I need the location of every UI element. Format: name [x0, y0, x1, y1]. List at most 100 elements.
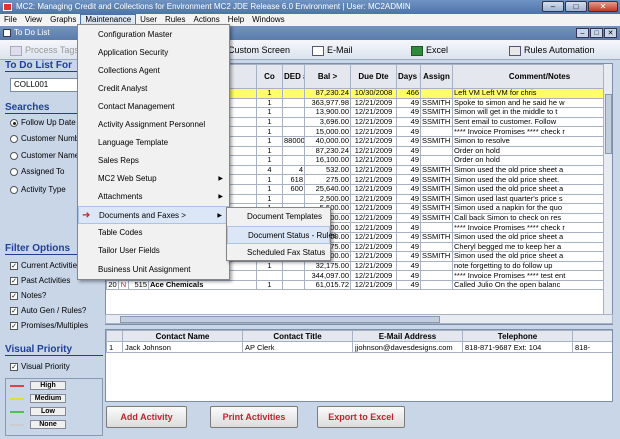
- menu-item-table-codes[interactable]: Table Codes: [78, 224, 229, 242]
- assigned-to: [420, 126, 453, 137]
- col-header-contact-name[interactable]: Contact Name: [122, 330, 243, 342]
- minimize-button[interactable]: –: [542, 1, 564, 12]
- assigned-to: [420, 145, 453, 157]
- print-activities-button[interactable]: Print Activities: [210, 406, 298, 428]
- menu-item-contact-management[interactable]: Contact Management: [78, 98, 229, 116]
- menu-item-collections-agent[interactable]: Collections Agent: [78, 62, 229, 80]
- col-header-due-date[interactable]: Due Dte: [350, 64, 397, 89]
- radio-button-icon[interactable]: [10, 151, 18, 160]
- due-date: 12/21/2009: [350, 145, 397, 157]
- days-late: 49: [396, 231, 421, 243]
- menu-item-tailor-user-fields[interactable]: Tailor User Fields: [78, 242, 229, 260]
- add-activity-button[interactable]: Add Activity: [106, 406, 187, 428]
- export-to-excel-button[interactable]: Export to Excel: [317, 406, 405, 428]
- legend-label: High: [30, 381, 66, 391]
- col-header-balance[interactable]: Bal >: [304, 64, 351, 89]
- comment: Simon used the old price sheet a: [452, 183, 612, 195]
- check-label: Current Activities: [21, 261, 82, 270]
- radio-assigned-to[interactable]: Assigned To: [10, 167, 64, 177]
- col-header[interactable]: [572, 330, 612, 342]
- menu-item-configuration-master[interactable]: Configuration Master: [78, 26, 229, 44]
- excel-button[interactable]: Excel: [411, 43, 448, 57]
- table-row[interactable]: 20 N 515 Ace Chemicals 1 61,015.72 12/21/2009 4…: [106, 279, 612, 291]
- menu-item-business-unit-assignment[interactable]: Business Unit Assignment: [78, 261, 229, 279]
- menu-item-label: Application Security: [98, 48, 169, 57]
- menu-item-credit-analyst[interactable]: Credit Analyst: [78, 80, 229, 98]
- submenu-arrow-icon: ▶: [218, 176, 223, 182]
- menu-item-documents-and-faxes[interactable]: ➜ Documents and Faxes > ▶: [78, 206, 229, 224]
- tag-icon: [10, 45, 22, 56]
- rules-automation-button[interactable]: Rules Automation: [509, 43, 595, 57]
- col-header-email[interactable]: E-Mail Address: [352, 330, 463, 342]
- checkbox-checked-icon[interactable]: ✓: [10, 276, 18, 285]
- col-header-days-late[interactable]: Days Late: [396, 64, 421, 89]
- radio-follow-up-date[interactable]: Follow Up Date: [10, 118, 76, 128]
- assigned-to: SSMITH: [420, 203, 453, 214]
- scroll-thumb[interactable]: [605, 94, 612, 154]
- submenu-item-document-status-rules[interactable]: Document Status - Rules: [227, 226, 337, 244]
- check-visual-priority[interactable]: ✓ Visual Priority: [10, 362, 70, 372]
- menu-item-application-security[interactable]: Application Security: [78, 44, 229, 62]
- balance: 15,000.00: [304, 126, 351, 137]
- menu-item-language-template[interactable]: Language Template: [78, 134, 229, 152]
- submenu-item-document-templates[interactable]: Document Templates: [227, 208, 330, 226]
- radio-button-icon[interactable]: [10, 134, 18, 143]
- scroll-thumb[interactable]: [120, 316, 440, 323]
- checkbox-checked-icon[interactable]: ✓: [10, 362, 18, 371]
- check-promises-multiples[interactable]: ✓ Promises/Multiples: [10, 321, 88, 331]
- days-late: 49: [396, 193, 421, 205]
- menu-file[interactable]: File: [0, 14, 21, 26]
- col-header-co[interactable]: Co: [256, 64, 283, 89]
- menu-item-activity-assignment-personnel[interactable]: Activity Assignment Personnel: [78, 116, 229, 134]
- assigned-to: SSMITH: [420, 231, 453, 243]
- contacts-grid[interactable]: Contact Name Contact Title E-Mail Addres…: [105, 329, 613, 402]
- checkbox-checked-icon[interactable]: ✓: [10, 261, 18, 270]
- menu-item-attachments[interactable]: Attachments ▶: [78, 188, 229, 206]
- col-header-telephone[interactable]: Telephone: [462, 330, 573, 342]
- radio-activity-type[interactable]: Activity Type: [10, 185, 66, 195]
- check-past-activities[interactable]: ✓ Past Activities: [10, 276, 70, 286]
- radio-customer-name[interactable]: Customer Name: [10, 151, 79, 161]
- radio-button-icon[interactable]: [10, 167, 18, 176]
- menu-graphs[interactable]: Graphs: [46, 14, 80, 26]
- comment: Simon used the old price sheet a: [452, 231, 612, 243]
- assigned-to: SSMITH: [420, 135, 453, 147]
- col-header-assign[interactable]: Assign: [420, 64, 453, 89]
- child-minimize-button[interactable]: –: [576, 28, 589, 38]
- process-tags-button[interactable]: Process Tags: [10, 43, 79, 57]
- menu-windows[interactable]: Windows: [248, 14, 288, 26]
- submenu-item-scheduled-fax-status[interactable]: Scheduled Fax Status: [227, 244, 330, 262]
- child-restore-button[interactable]: □: [590, 28, 603, 38]
- col-header[interactable]: [106, 330, 123, 342]
- col-header-comment[interactable]: Comment/Notes: [452, 64, 612, 89]
- close-button[interactable]: ✕: [588, 1, 618, 12]
- grid-horizontal-scrollbar[interactable]: [105, 314, 613, 324]
- checkbox-checked-icon[interactable]: ✓: [10, 321, 18, 330]
- menu-item-mc2-web-setup[interactable]: MC2 Web Setup ▶: [78, 170, 229, 188]
- contact-row[interactable]: 1 Jack Johnson AP Clerk jjohnson@davesde…: [106, 341, 612, 353]
- ded-number: [282, 116, 305, 128]
- check-auto-gen-rules[interactable]: ✓ Auto Gen / Rules?: [10, 306, 86, 316]
- checkbox-checked-icon[interactable]: ✓: [10, 291, 18, 300]
- grid-vertical-scrollbar[interactable]: [603, 64, 612, 324]
- check-current-activities[interactable]: ✓ Current Activities: [10, 261, 81, 271]
- radio-button-icon[interactable]: [10, 185, 18, 194]
- col-header-ded[interactable]: DED #: [282, 64, 305, 89]
- child-close-button[interactable]: ✕: [604, 28, 617, 38]
- col-header-contact-title[interactable]: Contact Title: [242, 330, 353, 342]
- radio-customer-number[interactable]: Customer Number: [10, 134, 86, 144]
- custom-screen-button[interactable]: Custom Screen: [228, 43, 290, 57]
- menu-item-sales-reps[interactable]: Sales Reps: [78, 152, 229, 170]
- email-label: E-Mail: [327, 45, 353, 55]
- menu-view[interactable]: View: [21, 14, 46, 26]
- checkbox-checked-icon[interactable]: ✓: [10, 306, 18, 315]
- check-notes[interactable]: ✓ Notes?: [10, 291, 46, 301]
- balance: 25,640.00: [304, 183, 351, 195]
- balance: 2,500.00: [304, 193, 351, 205]
- maximize-button[interactable]: □: [565, 1, 587, 12]
- assigned-to: [420, 222, 453, 233]
- company: 1: [256, 97, 283, 109]
- email-button[interactable]: E-Mail: [312, 43, 353, 57]
- radio-button-icon[interactable]: [10, 118, 18, 127]
- assigned-to: SSMITH: [420, 174, 453, 185]
